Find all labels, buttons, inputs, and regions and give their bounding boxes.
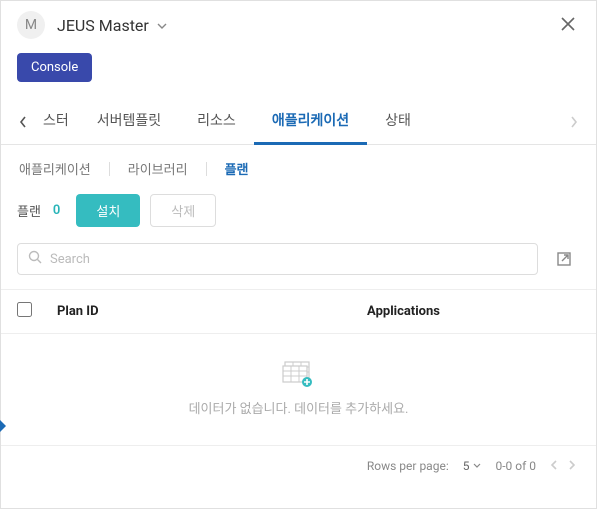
select-all-checkbox[interactable] <box>17 302 32 317</box>
subtab-plan[interactable]: 플랜 <box>223 159 251 178</box>
close-button[interactable] <box>556 13 580 38</box>
search-icon <box>28 250 42 268</box>
plan-label: 플랜 <box>17 201 41 220</box>
page-title: JEUS Master <box>57 16 149 35</box>
install-button[interactable]: 설치 <box>76 194 140 227</box>
tabs-scroll-left[interactable] <box>9 104 37 140</box>
popout-button[interactable] <box>548 243 580 275</box>
search-input[interactable] <box>50 252 527 267</box>
tab-application[interactable]: 애플리케이션 <box>254 100 367 145</box>
column-header-plan-id: Plan ID <box>47 304 227 319</box>
pagination-range: 0-0 of 0 <box>495 459 536 473</box>
console-button[interactable]: Console <box>17 53 92 82</box>
empty-state: 데이터가 없습니다. 데이터를 추가하세요. <box>1 334 596 445</box>
subtab-application[interactable]: 애플리케이션 <box>17 159 93 178</box>
close-icon <box>560 16 576 32</box>
empty-state-message: 데이터가 없습니다. 데이터를 추가하세요. <box>1 398 596 417</box>
chevron-left-icon <box>19 116 27 128</box>
table-header-row: Plan ID Applications <box>1 289 596 334</box>
tab-status[interactable]: 상태 <box>367 100 429 144</box>
chevron-right-icon <box>568 459 576 471</box>
prev-page-button[interactable] <box>550 456 558 475</box>
tabs-scroll-right[interactable] <box>560 104 588 140</box>
avatar: M <box>17 11 45 39</box>
tab-resource[interactable]: 리소스 <box>179 100 254 144</box>
title-dropdown-caret[interactable] <box>157 18 167 33</box>
subtab-separator <box>109 162 110 176</box>
search-box[interactable] <box>17 243 538 275</box>
next-page-button[interactable] <box>568 456 576 475</box>
rows-per-page-select[interactable]: 5 <box>463 459 482 473</box>
chevron-left-icon <box>550 459 558 471</box>
subtab-separator <box>206 162 207 176</box>
plan-count: 0 <box>53 203 60 218</box>
chevron-right-icon <box>570 116 578 128</box>
open-external-icon <box>556 251 572 267</box>
column-header-applications: Applications <box>227 304 580 319</box>
chevron-down-icon <box>157 23 167 29</box>
tab-partial-prev[interactable]: 스터 <box>37 100 79 144</box>
tab-server-template[interactable]: 서버템플릿 <box>79 100 179 144</box>
subtab-library[interactable]: 라이브러리 <box>126 159 190 178</box>
panel-expand-handle[interactable] <box>0 420 6 432</box>
chevron-down-icon <box>473 463 481 468</box>
empty-data-icon <box>281 360 317 388</box>
delete-button[interactable]: 삭제 <box>150 194 216 227</box>
rows-per-page-label: Rows per page: <box>367 459 449 473</box>
